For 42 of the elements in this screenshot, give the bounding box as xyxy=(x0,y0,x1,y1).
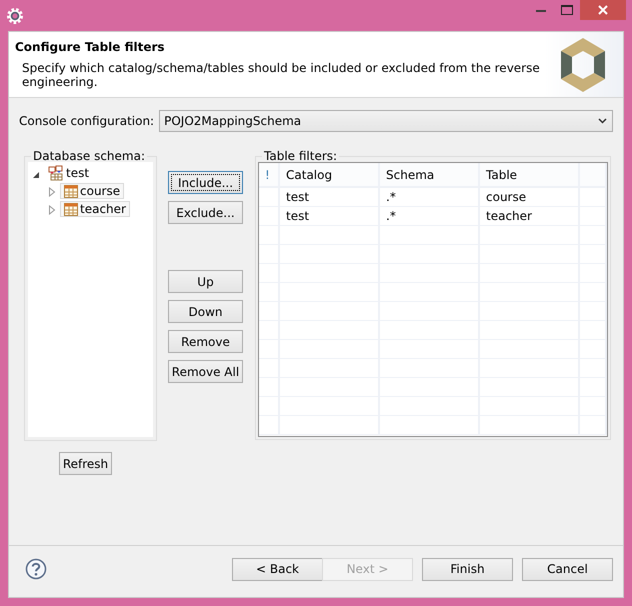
refresh-button[interactable]: Refresh xyxy=(59,452,112,475)
group-label: Database schema: xyxy=(32,150,146,162)
table-icon xyxy=(64,184,78,198)
table-cell: teacher xyxy=(479,206,579,226)
expand-icon[interactable] xyxy=(48,187,56,197)
wizard-button[interactable]: < Back xyxy=(232,558,323,580)
dropdown-value: POJO2MappingSchema xyxy=(164,114,302,128)
action-button[interactable]: Exclude... xyxy=(168,201,243,224)
action-button[interactable]: Down xyxy=(168,300,243,323)
column-header[interactable]: Schema xyxy=(379,163,479,187)
gear-icon xyxy=(6,6,24,24)
column-header[interactable]: ! xyxy=(259,163,279,187)
page-title: Configure Table filters xyxy=(15,40,166,54)
minimize-icon xyxy=(536,8,546,12)
table-cell: test xyxy=(279,187,379,206)
tree-item-label[interactable]: test xyxy=(66,166,90,180)
collapse-icon[interactable] xyxy=(32,171,40,179)
schema-icon xyxy=(48,165,64,181)
action-button[interactable]: Up xyxy=(168,270,243,293)
cube-logo-icon xyxy=(559,36,607,92)
expand-icon[interactable] xyxy=(48,205,56,215)
close-icon xyxy=(598,5,608,15)
table-cell: .* xyxy=(379,187,479,206)
console-configuration-dropdown[interactable]: POJO2MappingSchema xyxy=(159,110,613,132)
table-cell: course xyxy=(479,187,579,206)
chevron-down-icon xyxy=(598,118,607,124)
help-icon[interactable] xyxy=(25,558,47,580)
table-cell: .* xyxy=(379,206,479,226)
column-header[interactable]: Catalog xyxy=(279,163,379,187)
wizard-button[interactable]: Cancel xyxy=(522,558,613,580)
wizard-button[interactable]: Finish xyxy=(422,558,513,580)
table-icon xyxy=(64,202,78,216)
column-header[interactable]: Table xyxy=(479,163,579,187)
console-configuration-label: Console configuration: xyxy=(19,114,154,128)
action-button[interactable]: Remove All xyxy=(168,360,243,383)
page-description: Specify which catalog/schema/tables should be included or excluded from the reverse engineering. xyxy=(21,61,541,89)
group-label: Table filters: xyxy=(263,150,338,162)
maximize-icon xyxy=(561,5,573,15)
action-button[interactable]: Remove xyxy=(168,330,243,353)
action-button[interactable]: Include... xyxy=(168,171,243,194)
close-button[interactable] xyxy=(580,0,626,20)
table-cell: test xyxy=(279,206,379,226)
